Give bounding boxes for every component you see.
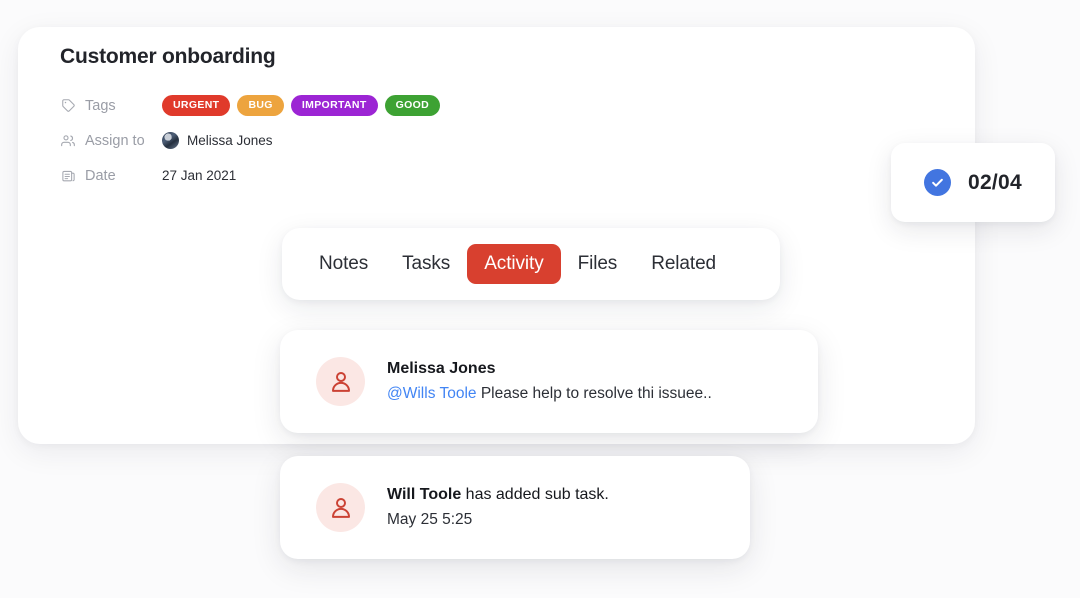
meta-row-tags: Tags URGENT BUG IMPORTANT GOOD xyxy=(60,88,760,123)
date-value-wrap[interactable]: 27 Jan 2021 xyxy=(162,168,236,183)
meta-label-tags: Tags xyxy=(85,97,116,114)
date-value: 27 Jan 2021 xyxy=(162,168,237,183)
person-icon xyxy=(316,357,365,406)
activity-text: Will Toole has added sub task. May 25 5:… xyxy=(387,484,609,531)
progress-badge-card[interactable]: 02/04 xyxy=(891,143,1055,222)
tag-list: URGENT BUG IMPORTANT GOOD xyxy=(162,94,447,117)
assignee-name: Melissa Jones xyxy=(187,133,273,148)
meta-label-assign: Assign to xyxy=(85,132,145,149)
page-title: Customer onboarding xyxy=(60,45,276,68)
check-circle-icon xyxy=(923,169,951,196)
tab-notes[interactable]: Notes xyxy=(302,244,385,284)
activity-item[interactable]: Will Toole has added sub task. May 25 5:… xyxy=(280,456,750,559)
activity-author: Melissa Jones xyxy=(387,360,496,378)
meta-label-date: Date xyxy=(85,167,116,184)
tab-files[interactable]: Files xyxy=(561,244,635,284)
tag-icon xyxy=(60,98,76,114)
tab-bar: Notes Tasks Activity Files Related xyxy=(282,228,780,300)
activity-detail: May 25 5:25 xyxy=(387,510,609,531)
tag-pill[interactable]: GOOD xyxy=(384,94,441,117)
meta-row-date: Date 27 Jan 2021 xyxy=(60,158,760,193)
tab-tasks[interactable]: Tasks xyxy=(385,244,467,284)
avatar xyxy=(162,132,179,149)
meta-key-assign: Assign to xyxy=(60,133,162,149)
activity-detail: @Wills Toole Please help to resolve thi … xyxy=(387,384,712,405)
person-icon xyxy=(316,483,365,532)
activity-author: Will Toole xyxy=(387,486,462,504)
people-icon xyxy=(60,133,76,149)
tag-pill[interactable]: URGENT xyxy=(162,94,231,117)
mention-link[interactable]: @Wills Toole xyxy=(387,385,477,402)
activity-timestamp: May 25 5:25 xyxy=(387,510,473,528)
activity-title: Melissa Jones xyxy=(387,358,712,380)
meta-key-date: Date xyxy=(60,168,162,184)
activity-message: Please help to resolve thi issuee.. xyxy=(476,384,712,402)
calendar-icon xyxy=(60,168,76,184)
assignee[interactable]: Melissa Jones xyxy=(162,132,273,149)
meta-fields: Tags URGENT BUG IMPORTANT GOOD Assign to Me… xyxy=(60,88,760,193)
tag-pill[interactable]: BUG xyxy=(237,94,284,117)
meta-key-tags: Tags xyxy=(60,98,162,114)
activity-item[interactable]: Melissa Jones @Wills Toole Please help t… xyxy=(280,330,818,433)
tag-pill[interactable]: IMPORTANT xyxy=(290,94,378,117)
activity-title: Will Toole has added sub task. xyxy=(387,484,609,506)
activity-action: has added sub task. xyxy=(461,486,609,504)
progress-count: 02/04 xyxy=(967,170,1023,194)
meta-row-assign: Assign to Melissa Jones xyxy=(60,123,760,158)
tab-activity[interactable]: Activity xyxy=(467,244,561,284)
tab-related[interactable]: Related xyxy=(634,244,733,284)
activity-text: Melissa Jones @Wills Toole Please help t… xyxy=(387,358,712,405)
